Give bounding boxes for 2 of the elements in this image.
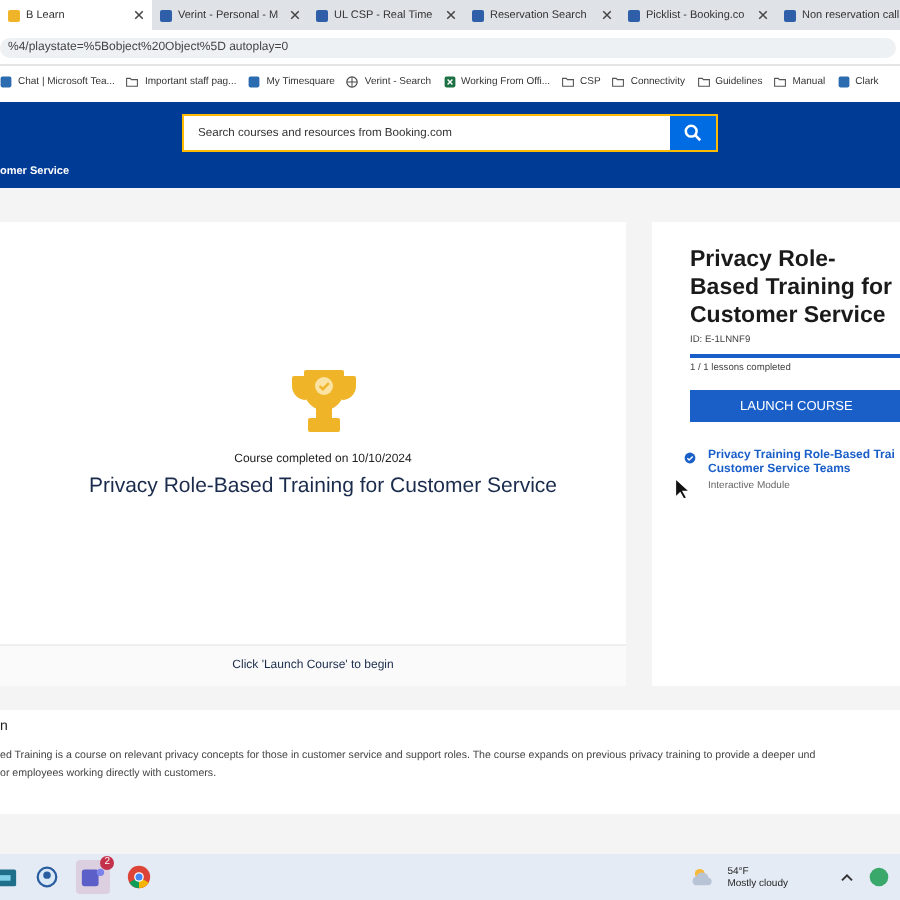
course-title: Privacy Role-Based Training for Customer Service [88,474,557,498]
course-title: Privacy Role-Based Training for Customer Service [690,246,894,330]
